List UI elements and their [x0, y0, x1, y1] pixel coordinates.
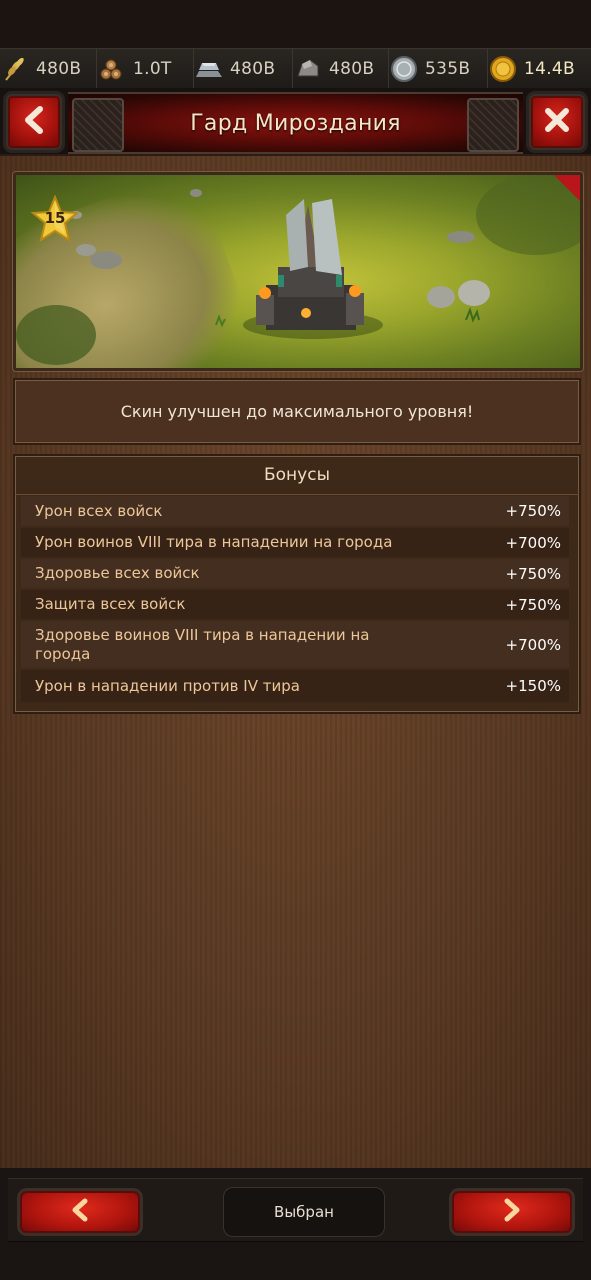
gold-coin-icon [488, 54, 518, 84]
corner-ribbon [554, 175, 580, 201]
bonus-label: Урон в нападении против IV тира [35, 676, 300, 695]
wood-logs-icon [97, 54, 127, 84]
bonus-value: +750% [505, 595, 561, 614]
resource-value: 480B [36, 59, 82, 79]
celtic-knot-ornament [467, 98, 519, 152]
stone-icon [293, 54, 323, 84]
main-panel: 15 Скин улучшен до максимального уровня!… [0, 154, 591, 1170]
title-plate: Гард Мироздания [68, 92, 523, 154]
bonus-row: Защита всех войск +750% [21, 590, 569, 619]
level-star-badge: 15 [30, 194, 80, 243]
footer: Выбран [0, 1168, 591, 1280]
silver-coin-icon [389, 54, 419, 84]
notice-text: Скин улучшен до максимального уровня! [120, 402, 474, 421]
footer-bar: Выбран [8, 1178, 583, 1242]
bonus-label: Здоровье всех войск [35, 564, 200, 582]
bonus-value: +700% [505, 533, 561, 552]
level-number: 15 [44, 209, 66, 227]
celtic-knot-ornament [72, 98, 124, 152]
iron-ingot-icon [194, 54, 224, 84]
resource-value: 535B [425, 59, 471, 79]
previous-skin-button[interactable] [20, 1191, 140, 1233]
close-button[interactable] [529, 94, 585, 150]
bonus-row: Урон всех войск +750% [21, 496, 569, 526]
bonus-label: Урон воинов VIII тира в нападении на гор… [35, 533, 393, 551]
bonus-row: Урон воинов VIII тира в нападении на гор… [21, 528, 569, 557]
resource-stone[interactable]: 480B [293, 49, 389, 89]
resource-value: 480B [329, 59, 375, 79]
bonus-title: Бонусы [15, 456, 579, 495]
chevron-left-icon [21, 106, 47, 138]
resource-gold[interactable]: 14.4B [488, 49, 591, 89]
resource-wood[interactable]: 1.0T [97, 49, 194, 89]
close-x-icon [543, 106, 571, 138]
page-title: Гард Мироздания [190, 110, 401, 136]
resource-silver[interactable]: 535B [389, 49, 488, 89]
bonus-value: +700% [505, 635, 561, 654]
skin-preview-banner: 15 [13, 172, 583, 371]
resource-iron[interactable]: 480B [194, 49, 293, 89]
selected-label: Выбран [274, 1203, 334, 1221]
bonus-row: Здоровье воинов VIII тира в нападении на… [21, 621, 569, 668]
chevron-right-icon [501, 1198, 523, 1226]
bonus-row: Урон в нападении против IV тира +150% [21, 670, 569, 702]
resource-value: 1.0T [133, 59, 172, 79]
bonus-value: +150% [505, 677, 561, 695]
resource-value: 14.4B [524, 59, 576, 79]
bonus-label: Здоровье воинов VIII тира в нападении на… [35, 625, 370, 663]
bonus-panel: Бонусы Урон всех войск +750% Урон воинов… [13, 454, 581, 714]
resource-bar: 480B 1.0T 480B 480B 535B 14.4B [0, 48, 591, 90]
building-illustration [16, 175, 580, 365]
resource-value: 480B [230, 59, 276, 79]
resource-wheat[interactable]: 480B [0, 49, 97, 89]
next-skin-button[interactable] [452, 1191, 572, 1233]
bonus-label: Защита всех войск [35, 595, 186, 613]
selected-button[interactable]: Выбран [223, 1187, 385, 1237]
bonus-value: +750% [505, 564, 561, 583]
chevron-left-icon [69, 1198, 91, 1226]
bonus-row: Здоровье всех войск +750% [21, 559, 569, 588]
back-button[interactable] [6, 94, 62, 150]
header: Гард Мироздания [0, 88, 591, 154]
wheat-icon [0, 54, 30, 84]
max-level-notice: Скин улучшен до максимального уровня! [13, 378, 581, 445]
bonus-label: Урон всех войск [35, 501, 163, 520]
bonus-value: +750% [505, 502, 561, 520]
